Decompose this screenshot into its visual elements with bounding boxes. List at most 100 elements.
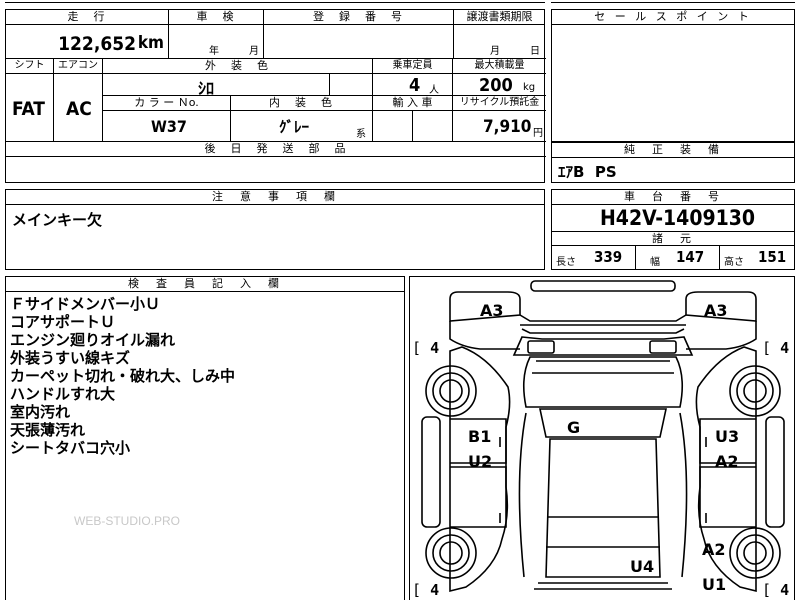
mileage-value-cell: 122,652 km: [6, 25, 169, 59]
max-load-header: 最大積載量: [453, 59, 546, 74]
later-parts-value: [6, 157, 546, 183]
capacity-value: 4: [409, 75, 421, 96]
inspector-notes-box: 検 査 員 記 入 欄 Ｆサイドメンバー小Ｕ コアサポートＵ エンジン廻りオイル…: [5, 276, 405, 600]
max-load-value: 200: [479, 75, 513, 96]
exterior-color-code-cell: [330, 74, 373, 96]
height-label: 高さ: [724, 257, 744, 268]
capacity-unit: 人: [429, 85, 439, 96]
max-load-unit: kg: [523, 82, 536, 93]
transfer-value-cell: 月 日: [454, 25, 546, 59]
chassis-value: H42V-1409130: [600, 206, 756, 230]
recycle-value-cell: 7,910 円: [453, 111, 546, 142]
transfer-month-unit: 月: [490, 46, 500, 57]
color-no-value-cell: W37: [103, 111, 231, 142]
sales-point-header: セ ー ル ス ポ イ ン ト: [552, 10, 794, 25]
spec-header: 諸 元: [552, 232, 794, 246]
vehicle-info-table: 走 行 車 検 登 録 番 号 譲渡書類期限 122,652 km 年 月 月 …: [5, 9, 546, 183]
chassis-header: 車 台 番 号: [552, 190, 794, 205]
inspector-note: コアサポートＵ: [10, 313, 116, 331]
mark-front-right: A3: [704, 301, 728, 320]
capacity-value-cell: 4 人: [373, 74, 453, 96]
exterior-color-value-cell: ｼﾛ: [103, 74, 330, 98]
width-label: 幅: [650, 257, 660, 268]
transfer-day-unit: 日: [530, 46, 540, 57]
mark-right-rear-lower: U1: [702, 575, 727, 594]
mark-left-front-door-upper: B1: [468, 427, 492, 446]
registration-value-cell: [264, 25, 454, 59]
watermark: WEB-STUDIO.PRO: [74, 514, 181, 528]
width-value: 147: [676, 248, 705, 266]
exterior-color-header: 外 装 色: [103, 59, 373, 74]
inspection-header: 車 検: [169, 10, 264, 25]
mark-rear-center: U4: [630, 557, 655, 576]
import-value-cell-b: [413, 111, 453, 142]
spec-width-cell: 幅 147: [636, 246, 720, 269]
height-value: 151: [758, 248, 787, 266]
mileage-value: 122,652: [58, 33, 136, 55]
aircon-value: AC: [66, 98, 92, 120]
inspection-month-unit: 月: [249, 46, 259, 57]
shift-value-cell: FAT: [6, 74, 54, 142]
shift-header: シフト: [6, 59, 54, 74]
capacity-header: 乗車定員: [373, 59, 453, 74]
length-value: 339: [594, 248, 623, 266]
mark-left-front-door-lower: U2: [468, 452, 493, 471]
aircon-value-cell: AC: [54, 74, 103, 142]
mark-right-rear-upper: A2: [702, 540, 726, 559]
import-value-cell-a: [373, 111, 413, 142]
tire-front-right: [ 4: [762, 339, 790, 357]
tire-rear-left: [ 4: [412, 581, 440, 599]
recycle-value: 7,910: [483, 117, 532, 137]
inspector-note: 外装うすい線キズ: [10, 349, 131, 367]
max-load-value-cell: 200 kg: [453, 74, 546, 96]
tire-rear-right: [ 4: [762, 581, 790, 599]
genuine-equipment-header: 純 正 装 備: [552, 143, 794, 158]
inspection-value-cell: 年 月: [169, 25, 264, 59]
inspection-year-unit: 年: [209, 46, 219, 57]
mark-right-front-door-lower: A2: [715, 452, 739, 471]
color-no-value: W37: [151, 117, 187, 136]
inspector-note: エンジン廻りオイル漏れ: [10, 331, 176, 349]
inspector-note: 室内汚れ: [10, 403, 71, 421]
import-header: 輸 入 車: [373, 96, 453, 111]
recycle-header: リサイクル預託金: [453, 96, 546, 111]
interior-color-suffix: 系: [356, 129, 366, 140]
mark-front-left: A3: [480, 301, 504, 320]
caution-value: メインキー欠: [12, 211, 103, 229]
inspector-note: シートタバコ穴小: [10, 439, 131, 457]
mark-roof: G: [567, 418, 581, 437]
chassis-value-cell: H42V-1409130: [552, 205, 794, 232]
mark-right-front-door-upper: U3: [715, 427, 740, 446]
top-edge-remnant-right: [551, 0, 795, 3]
interior-color-value: ｸﾞﾚｰ: [279, 118, 310, 136]
transfer-header: 譲渡書類期限: [454, 10, 545, 25]
inspector-note: Ｆサイドメンバー小Ｕ: [10, 295, 161, 313]
caution-header: 注 意 事 項 欄: [6, 190, 544, 205]
caution-box: 注 意 事 項 欄 メインキー欠: [5, 189, 545, 270]
inspector-note: カーペット切れ・破れ大、しみ中: [10, 367, 236, 385]
mileage-unit: km: [137, 33, 164, 53]
genuine-equipment-value: ｴｱB PS: [558, 163, 617, 181]
car-damage-diagram: A3 A3 G B1 U2 U3 A2 A2 U1 U4 [ 4 [ 4 [ 4…: [409, 276, 795, 600]
spec-height-cell: 高さ 151: [720, 246, 794, 269]
color-no-header: カ ラ ー Ｎo.: [103, 96, 231, 111]
inspector-notes-header: 検 査 員 記 入 欄: [6, 277, 404, 292]
inspector-note: ハンドルすれ大: [10, 385, 116, 403]
registration-header: 登 録 番 号: [264, 10, 454, 25]
interior-color-value-cell: ｸﾞﾚｰ 系: [231, 111, 373, 142]
shift-value: FAT: [12, 98, 45, 120]
recycle-unit: 円: [533, 128, 543, 139]
genuine-equipment-box: 純 正 装 備 ｴｱB PS: [551, 142, 795, 183]
inspector-note: 天張薄汚れ: [10, 421, 86, 439]
mileage-header: 走 行: [6, 10, 169, 25]
tire-front-left: [ 4: [412, 339, 440, 357]
aircon-header: エアコン: [54, 59, 103, 74]
length-label: 長さ: [556, 257, 576, 268]
spec-length-cell: 長さ 339: [552, 246, 636, 269]
top-edge-remnant: [5, 0, 545, 3]
interior-color-header: 内 装 色: [231, 96, 373, 111]
sales-point-box: セ ー ル ス ポ イ ン ト: [551, 9, 795, 142]
chassis-box: 車 台 番 号 H42V-1409130 諸 元 長さ 339 幅 147 高さ…: [551, 189, 795, 270]
later-parts-header: 後 日 発 送 部 品: [6, 142, 546, 157]
inspector-notes-list: Ｆサイドメンバー小Ｕ コアサポートＵ エンジン廻りオイル漏れ 外装うすい線キズ …: [10, 295, 235, 457]
